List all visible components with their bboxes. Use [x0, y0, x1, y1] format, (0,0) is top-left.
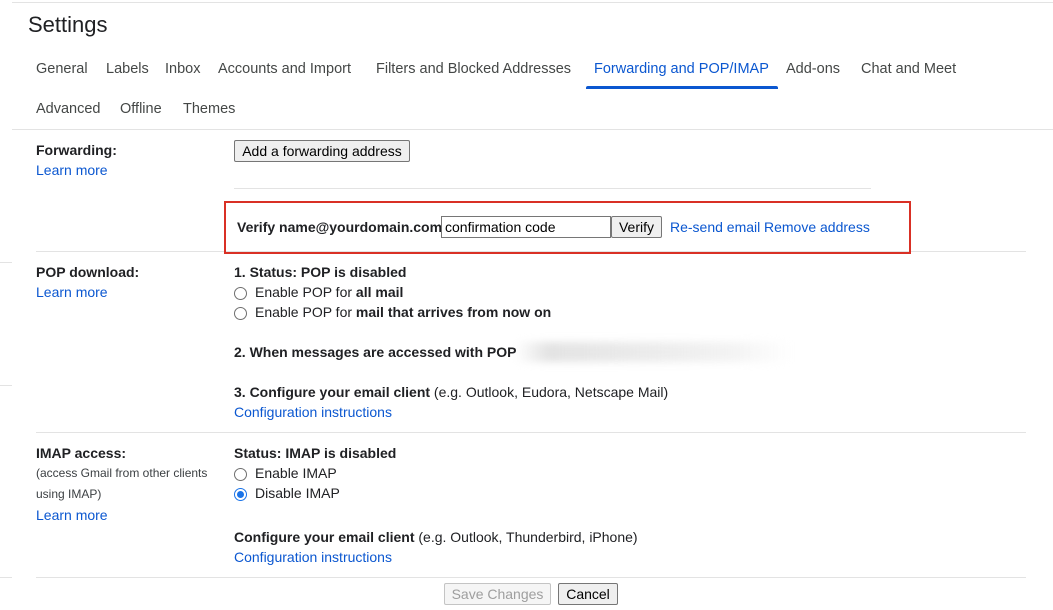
blurred-pop-setting [515, 342, 790, 362]
save-changes-button[interactable]: Save Changes [444, 583, 551, 605]
tab-accounts-and-import[interactable]: Accounts and Import [218, 61, 351, 77]
tab-offline[interactable]: Offline [120, 101, 162, 117]
pop-configuration-instructions-link[interactable]: Configuration instructions [234, 404, 392, 420]
tab-advanced[interactable]: Advanced [36, 101, 101, 117]
imap-access-description: (access Gmail from other clients using I… [36, 466, 208, 501]
pop-all-mail-prefix: Enable POP for [255, 284, 356, 300]
left-edge-line [0, 577, 12, 578]
remove-address-link[interactable]: Remove address [764, 219, 870, 235]
pop-all-mail-option[interactable]: Enable POP for all mail [255, 284, 403, 300]
left-edge-line [0, 385, 12, 386]
active-tab-indicator [586, 86, 778, 89]
pop-from-now-option[interactable]: Enable POP for mail that arrives from no… [255, 304, 551, 320]
disable-imap-radio[interactable] [234, 488, 247, 501]
section-divider [36, 432, 1026, 433]
tab-chat-and-meet[interactable]: Chat and Meet [861, 61, 956, 77]
pop-all-mail-radio[interactable] [234, 287, 247, 300]
cancel-button[interactable]: Cancel [558, 583, 618, 605]
pop-status: 1. Status: POP is disabled [234, 264, 407, 280]
imap-learn-more-link[interactable]: Learn more [36, 507, 108, 523]
imap-configuration-instructions-link[interactable]: Configuration instructions [234, 549, 392, 565]
imap-access-label: IMAP access: [36, 445, 127, 461]
pop-all-mail-bold: all mail [355, 284, 404, 300]
tab-inbox[interactable]: Inbox [165, 61, 200, 77]
section-divider [36, 577, 1026, 578]
tab-forwarding-and-pop-imap[interactable]: Forwarding and POP/IMAP [594, 61, 769, 77]
imap-configure-text: Configure your email client (e.g. Outloo… [234, 529, 638, 545]
pop-configure-text: 3. Configure your email client (e.g. Out… [234, 384, 668, 400]
tab-general[interactable]: General [36, 61, 88, 77]
enable-imap-label[interactable]: Enable IMAP [255, 465, 337, 481]
imap-status: Status: IMAP is disabled [234, 445, 397, 461]
enable-imap-radio[interactable] [234, 468, 247, 481]
left-edge-line [0, 262, 12, 263]
page-title: Settings [28, 12, 108, 37]
pop-configure-bold: 3. Configure your email client [234, 384, 431, 400]
tab-themes[interactable]: Themes [183, 101, 235, 117]
confirmation-code-input[interactable] [441, 216, 611, 238]
pop-accessed-label: 2. When messages are accessed with POP [234, 344, 517, 360]
pop-from-now-radio[interactable] [234, 307, 247, 320]
pop-learn-more-link[interactable]: Learn more [36, 284, 108, 300]
tabs-divider [12, 129, 1053, 130]
tab-filters-and-blocked-addresses[interactable]: Filters and Blocked Addresses [376, 61, 571, 77]
tab-add-ons[interactable]: Add-ons [786, 61, 840, 77]
forwarding-label: Forwarding: [36, 142, 117, 158]
forwarding-learn-more-link[interactable]: Learn more [36, 162, 108, 178]
disable-imap-label[interactable]: Disable IMAP [255, 485, 340, 501]
pop-from-now-bold: mail that arrives from now on [355, 304, 552, 320]
pop-from-now-prefix: Enable POP for [255, 304, 356, 320]
verify-address-label: Verify name@yourdomain.com [237, 219, 443, 235]
add-forwarding-address-button[interactable]: Add a forwarding address [234, 140, 410, 162]
tab-labels[interactable]: Labels [106, 61, 149, 77]
forwarding-divider [234, 188, 871, 189]
imap-configure-bold: Configure your email client [234, 529, 415, 545]
pop-configure-rest: (e.g. Outlook, Eudora, Netscape Mail) [430, 384, 669, 400]
verify-button[interactable]: Verify [611, 216, 662, 238]
imap-configure-rest: (e.g. Outlook, Thunderbird, iPhone) [414, 529, 638, 545]
resend-email-link[interactable]: Re-send email [670, 219, 760, 235]
pop-download-label: POP download: [36, 264, 140, 280]
top-border [12, 2, 1053, 3]
